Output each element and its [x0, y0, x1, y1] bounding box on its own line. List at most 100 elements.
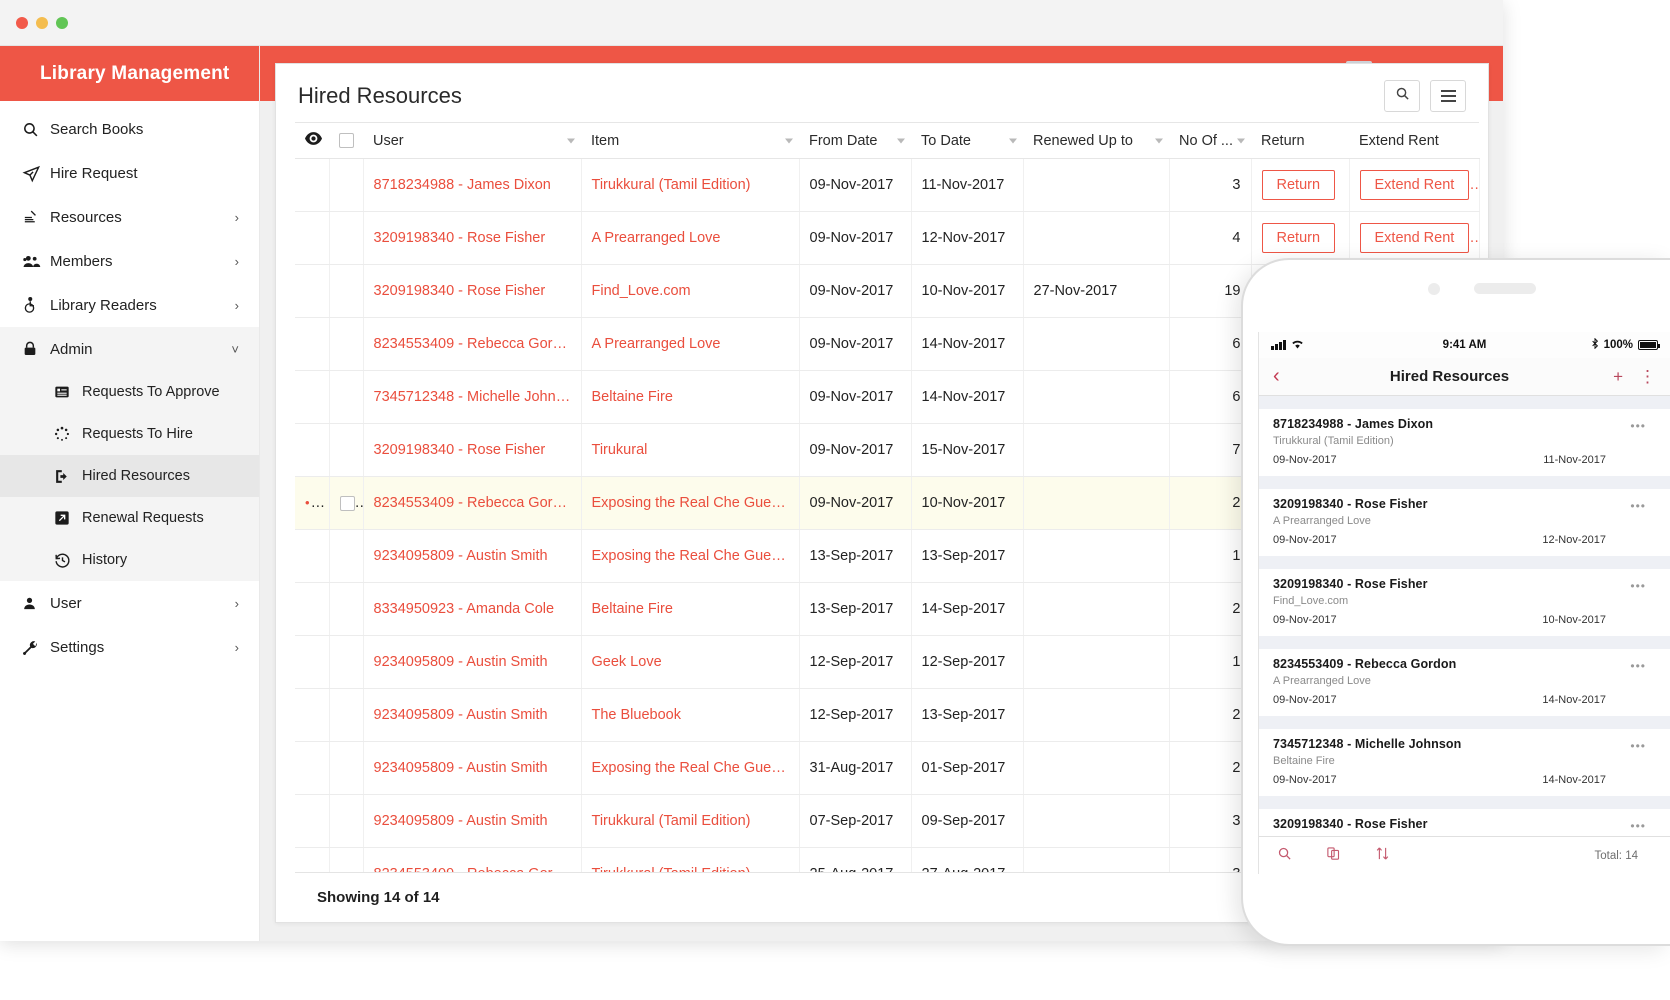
phone-item-more-icon[interactable]: •••: [1630, 659, 1646, 673]
sidebar-item-resources[interactable]: Resources ›: [0, 195, 259, 239]
table-row[interactable]: 8718234988 - James DixonTirukkural (Tami…: [295, 159, 1479, 212]
sidebar-item-search-books[interactable]: Search Books: [0, 107, 259, 151]
cell-to-date: 11-Nov-2017: [911, 159, 1023, 212]
cell-user[interactable]: 9234095809 - Austin Smith: [363, 689, 581, 742]
sidebar-item-hired-resources[interactable]: Hired Resources: [0, 455, 259, 497]
column-header-item[interactable]: Item: [581, 123, 799, 159]
copy-icon[interactable]: [1326, 846, 1341, 866]
sidebar-item-history[interactable]: History: [0, 539, 259, 581]
cell-item[interactable]: The Bluebook: [581, 689, 799, 742]
column-header-renewed-up-to[interactable]: Renewed Up to: [1023, 123, 1169, 159]
row-select-cell[interactable]: [329, 477, 363, 530]
column-header-to-date[interactable]: To Date: [911, 123, 1023, 159]
cell-user[interactable]: 8718234988 - James Dixon: [363, 159, 581, 212]
chevron-down-icon[interactable]: [785, 138, 793, 143]
cell-user[interactable]: 3209198340 - Rose Fisher: [363, 265, 581, 318]
sidebar-item-user[interactable]: User ›: [0, 581, 259, 625]
select-all-header[interactable]: [329, 123, 363, 159]
plus-icon[interactable]: +: [1613, 367, 1623, 387]
phone-list-item[interactable]: 3209198340 - Rose FisherA Prearranged Lo…: [1259, 489, 1670, 556]
cell-item[interactable]: A Prearranged Love: [581, 318, 799, 371]
chevron-down-icon[interactable]: [567, 138, 575, 143]
cell-item[interactable]: Tirukkural (Tamil Edition): [581, 848, 799, 873]
cell-item[interactable]: Beltaine Fire: [581, 371, 799, 424]
sidebar-item-renewal-requests[interactable]: Renewal Requests: [0, 497, 259, 539]
select-all-checkbox[interactable]: [339, 133, 354, 148]
sidebar-item-admin[interactable]: Admin ˅: [0, 327, 259, 371]
cell-item[interactable]: Find_Love.com: [581, 265, 799, 318]
table-row[interactable]: 3209198340 - Rose FisherA Prearranged Lo…: [295, 212, 1479, 265]
column-header-no-of[interactable]: No Of ...: [1169, 123, 1251, 159]
cell-user[interactable]: 8234553409 - Rebecca Gordon: [363, 477, 581, 530]
cell-user[interactable]: 3209198340 - Rose Fisher: [363, 424, 581, 477]
window-maximize-button[interactable]: [56, 17, 68, 29]
cell-user[interactable]: 9234095809 - Austin Smith: [363, 530, 581, 583]
phone-item-title: Beltaine Fire: [1273, 755, 1656, 767]
menu-button[interactable]: [1430, 80, 1466, 112]
phone-item-more-icon[interactable]: •••: [1630, 499, 1646, 513]
chevron-down-icon[interactable]: [1009, 138, 1017, 143]
phone-item-more-icon[interactable]: •••: [1630, 739, 1646, 753]
cell-item[interactable]: Beltaine Fire: [581, 583, 799, 636]
window-minimize-button[interactable]: [36, 17, 48, 29]
chevron-right-icon: ›: [235, 596, 239, 611]
cell-item[interactable]: Tirukural: [581, 424, 799, 477]
sidebar-item-requests-to-hire[interactable]: Requests To Hire: [0, 413, 259, 455]
cell-from-date: 07-Sep-2017: [799, 795, 911, 848]
cell-user[interactable]: 9234095809 - Austin Smith: [363, 742, 581, 795]
cell-item[interactable]: Tirukkural (Tamil Edition): [581, 795, 799, 848]
cell-user[interactable]: 9234095809 - Austin Smith: [363, 636, 581, 689]
cell-user[interactable]: 8234553409 - Rebecca Gordon: [363, 318, 581, 371]
phone-item-more-icon[interactable]: •••: [1630, 579, 1646, 593]
row-select-cell: [329, 583, 363, 636]
search-icon: [1395, 86, 1410, 106]
phone-item-more-icon[interactable]: •••: [1630, 419, 1646, 433]
phone-item-more-icon[interactable]: •••: [1630, 819, 1646, 833]
row-actions-cell[interactable]: •••: [295, 477, 329, 530]
sidebar-item-hire-request[interactable]: Hire Request: [0, 151, 259, 195]
chevron-down-icon[interactable]: [897, 138, 905, 143]
search-button[interactable]: [1384, 80, 1420, 112]
sidebar-item-members[interactable]: Members ›: [0, 239, 259, 283]
phone-list-item[interactable]: 7345712348 - Michelle JohnsonBeltaine Fi…: [1259, 729, 1670, 796]
chevron-down-icon[interactable]: [1237, 138, 1245, 143]
extend-rent-button[interactable]: Extend Rent: [1360, 170, 1470, 200]
sidebar-item-settings[interactable]: Settings ›: [0, 625, 259, 669]
chevron-down-icon[interactable]: [1155, 138, 1163, 143]
cell-to-date: 14-Nov-2017: [911, 371, 1023, 424]
sort-arrows-icon[interactable]: [1375, 846, 1390, 866]
cell-item[interactable]: Tirukkural (Tamil Edition): [581, 159, 799, 212]
return-button[interactable]: Return: [1262, 170, 1336, 200]
column-visibility-toggle[interactable]: [295, 123, 329, 159]
cell-from-date: 13-Sep-2017: [799, 583, 911, 636]
row-checkbox[interactable]: [340, 496, 355, 511]
chevron-left-icon[interactable]: ‹: [1273, 365, 1309, 388]
column-label: Return: [1261, 133, 1305, 149]
cell-user[interactable]: 3209198340 - Rose Fisher: [363, 212, 581, 265]
cell-item[interactable]: Exposing the Real Che Guevara: [581, 742, 799, 795]
cell-item[interactable]: A Prearranged Love: [581, 212, 799, 265]
cell-user[interactable]: 8234553409 - Rebecca Gordon: [363, 848, 581, 873]
phone-list-item[interactable]: 3209198340 - Rose FisherTirukural•••: [1259, 809, 1670, 836]
column-label: Item: [591, 133, 619, 149]
return-button[interactable]: Return: [1262, 223, 1336, 253]
phone-list-item[interactable]: 8718234988 - James DixonTirukkural (Tami…: [1259, 409, 1670, 476]
sidebar-item-requests-to-approve[interactable]: Requests To Approve: [0, 371, 259, 413]
kebab-menu-icon[interactable]: ⋮: [1639, 367, 1656, 387]
cell-user[interactable]: 8334950923 - Amanda Cole: [363, 583, 581, 636]
sidebar-item-library-readers[interactable]: Library Readers ›: [0, 283, 259, 327]
cell-item[interactable]: Exposing the Real Che Guevara: [581, 477, 799, 530]
cell-user[interactable]: 7345712348 - Michelle Johnson: [363, 371, 581, 424]
extend-rent-button[interactable]: Extend Rent: [1360, 223, 1470, 253]
window-close-button[interactable]: [16, 17, 28, 29]
row-more-icon[interactable]: •••: [305, 495, 325, 511]
phone-list-item[interactable]: 8234553409 - Rebecca GordonA Prearranged…: [1259, 649, 1670, 716]
sidebar-nav: Search Books Hire Request Resources ›: [0, 101, 259, 669]
cell-user[interactable]: 9234095809 - Austin Smith: [363, 795, 581, 848]
phone-list-item[interactable]: 3209198340 - Rose FisherFind_Love.com09-…: [1259, 569, 1670, 636]
cell-item[interactable]: Geek Love: [581, 636, 799, 689]
search-icon[interactable]: [1277, 846, 1292, 866]
column-header-user[interactable]: User: [363, 123, 581, 159]
cell-item[interactable]: Exposing the Real Che Guevara: [581, 530, 799, 583]
column-header-from-date[interactable]: From Date: [799, 123, 911, 159]
